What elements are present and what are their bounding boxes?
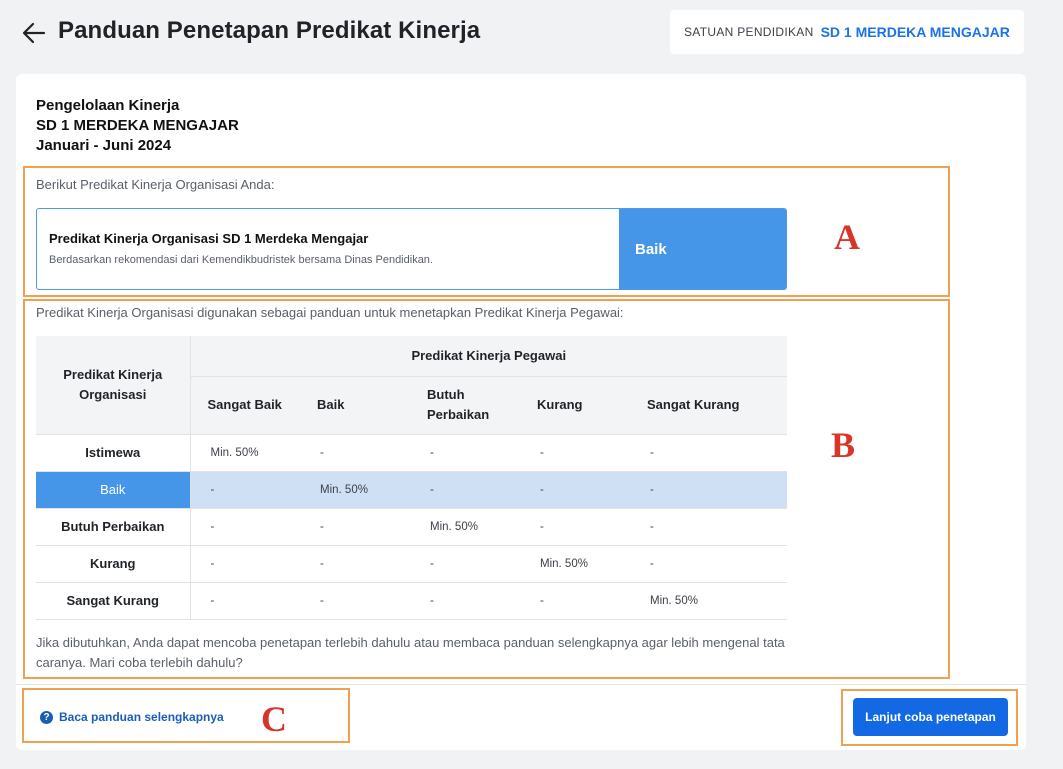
- school-unit-chip: SATUAN PENDIDIKAN SD 1 MERDEKA MENGAJAR: [670, 10, 1024, 54]
- table-row: Kurang - - - Min. 50% -: [36, 545, 787, 583]
- arrow-left-icon[interactable]: [22, 22, 46, 44]
- table-cell: -: [190, 508, 300, 546]
- row-label: Butuh Perbaikan: [36, 508, 191, 546]
- row-label: Istimewa: [36, 434, 191, 472]
- section-b-footnote: Jika dibutuhkan, Anda dapat mencoba pene…: [36, 635, 785, 670]
- row-label: Kurang: [36, 545, 191, 583]
- read-guide-label: Baca panduan selengkapnya: [59, 710, 224, 724]
- table-cell: Min. 50%: [300, 471, 410, 509]
- divider: [16, 684, 1026, 685]
- heading-line-2: SD 1 MERDEKA MENGAJAR: [36, 117, 239, 134]
- column-header: Butuh Perbaikan: [410, 376, 520, 435]
- table-cell: Min. 50%: [190, 434, 300, 472]
- table-cell: -: [520, 434, 630, 472]
- unit-label: SATUAN PENDIDIKAN: [684, 25, 814, 39]
- table-row: Istimewa Min. 50% - - - -: [36, 434, 787, 472]
- heading-line-1: Pengelolaan Kinerja: [36, 97, 180, 114]
- main-card: Pengelolaan Kinerja SD 1 MERDEKA MENGAJA…: [16, 74, 1026, 750]
- column-header: Sangat Baik: [190, 376, 300, 435]
- read-guide-link[interactable]: ? Baca panduan selengkapnya: [40, 710, 224, 724]
- row-label: Baik: [36, 471, 191, 509]
- table-cell: -: [190, 545, 300, 583]
- table-row: Butuh Perbaikan - - Min. 50% - -: [36, 508, 787, 546]
- card-heading: Pengelolaan Kinerja SD 1 MERDEKA MENGAJA…: [36, 96, 239, 156]
- annotation-letter-c: C: [261, 699, 287, 739]
- table-cell: Min. 50%: [630, 582, 787, 620]
- help-circle-icon: ?: [40, 710, 53, 724]
- column-header: Baik: [300, 376, 410, 435]
- predicate-guide-table: Predikat Kinerja Organisasi Predikat Kin…: [36, 336, 787, 620]
- table-cell: -: [630, 508, 787, 546]
- unit-value: SD 1 MERDEKA MENGAJAR: [820, 24, 1010, 40]
- predicate-info: Predikat Kinerja Organisasi SD 1 Merdeka…: [37, 209, 619, 289]
- org-header: Predikat Kinerja Organisasi: [36, 336, 191, 435]
- table-cell: -: [190, 471, 300, 509]
- predicate-value: Baik: [619, 209, 786, 289]
- table-cell: -: [190, 582, 300, 620]
- table-cell: -: [410, 434, 520, 472]
- page-title: Panduan Penetapan Predikat Kinerja: [58, 17, 481, 44]
- column-header: Sangat Kurang: [630, 376, 787, 435]
- heading-line-3: Januari - Juni 2024: [36, 137, 172, 154]
- table-cell: -: [410, 545, 520, 583]
- table-cell: -: [300, 508, 410, 546]
- table-cell: Min. 50%: [520, 545, 630, 583]
- column-header: Kurang: [520, 376, 630, 435]
- table-cell: Min. 50%: [410, 508, 520, 546]
- table-cell: -: [300, 434, 410, 472]
- annotation-letter-a: A: [834, 217, 860, 257]
- employee-group-header: Predikat Kinerja Pegawai: [190, 336, 787, 377]
- section-a-intro: Berikut Predikat Kinerja Organisasi Anda…: [36, 177, 275, 192]
- predicate-subtitle: Berdasarkan rekomendasi dari Kemendikbud…: [49, 254, 433, 266]
- row-label: Sangat Kurang: [36, 582, 191, 620]
- top-bar: Panduan Penetapan Predikat Kinerja SATUA…: [0, 0, 1063, 68]
- section-b-intro: Predikat Kinerja Organisasi digunakan se…: [36, 305, 624, 320]
- table-cell: -: [410, 582, 520, 620]
- table-row-highlighted: Baik - Min. 50% - - -: [36, 471, 787, 509]
- organization-predicate-card: Predikat Kinerja Organisasi SD 1 Merdeka…: [36, 208, 787, 290]
- table-cell: -: [630, 471, 787, 509]
- table-cell: -: [410, 471, 520, 509]
- table-cell: -: [520, 582, 630, 620]
- predicate-title: Predikat Kinerja Organisasi SD 1 Merdeka…: [49, 231, 369, 246]
- continue-try-button[interactable]: Lanjut coba penetapan: [853, 698, 1008, 736]
- annotation-letter-b: B: [831, 425, 856, 465]
- table-cell: -: [630, 434, 787, 472]
- table-cell: -: [300, 582, 410, 620]
- table-cell: -: [520, 471, 630, 509]
- table-cell: -: [630, 545, 787, 583]
- table-row: Sangat Kurang - - - - Min. 50%: [36, 582, 787, 620]
- table-cell: -: [520, 508, 630, 546]
- table-cell: -: [300, 545, 410, 583]
